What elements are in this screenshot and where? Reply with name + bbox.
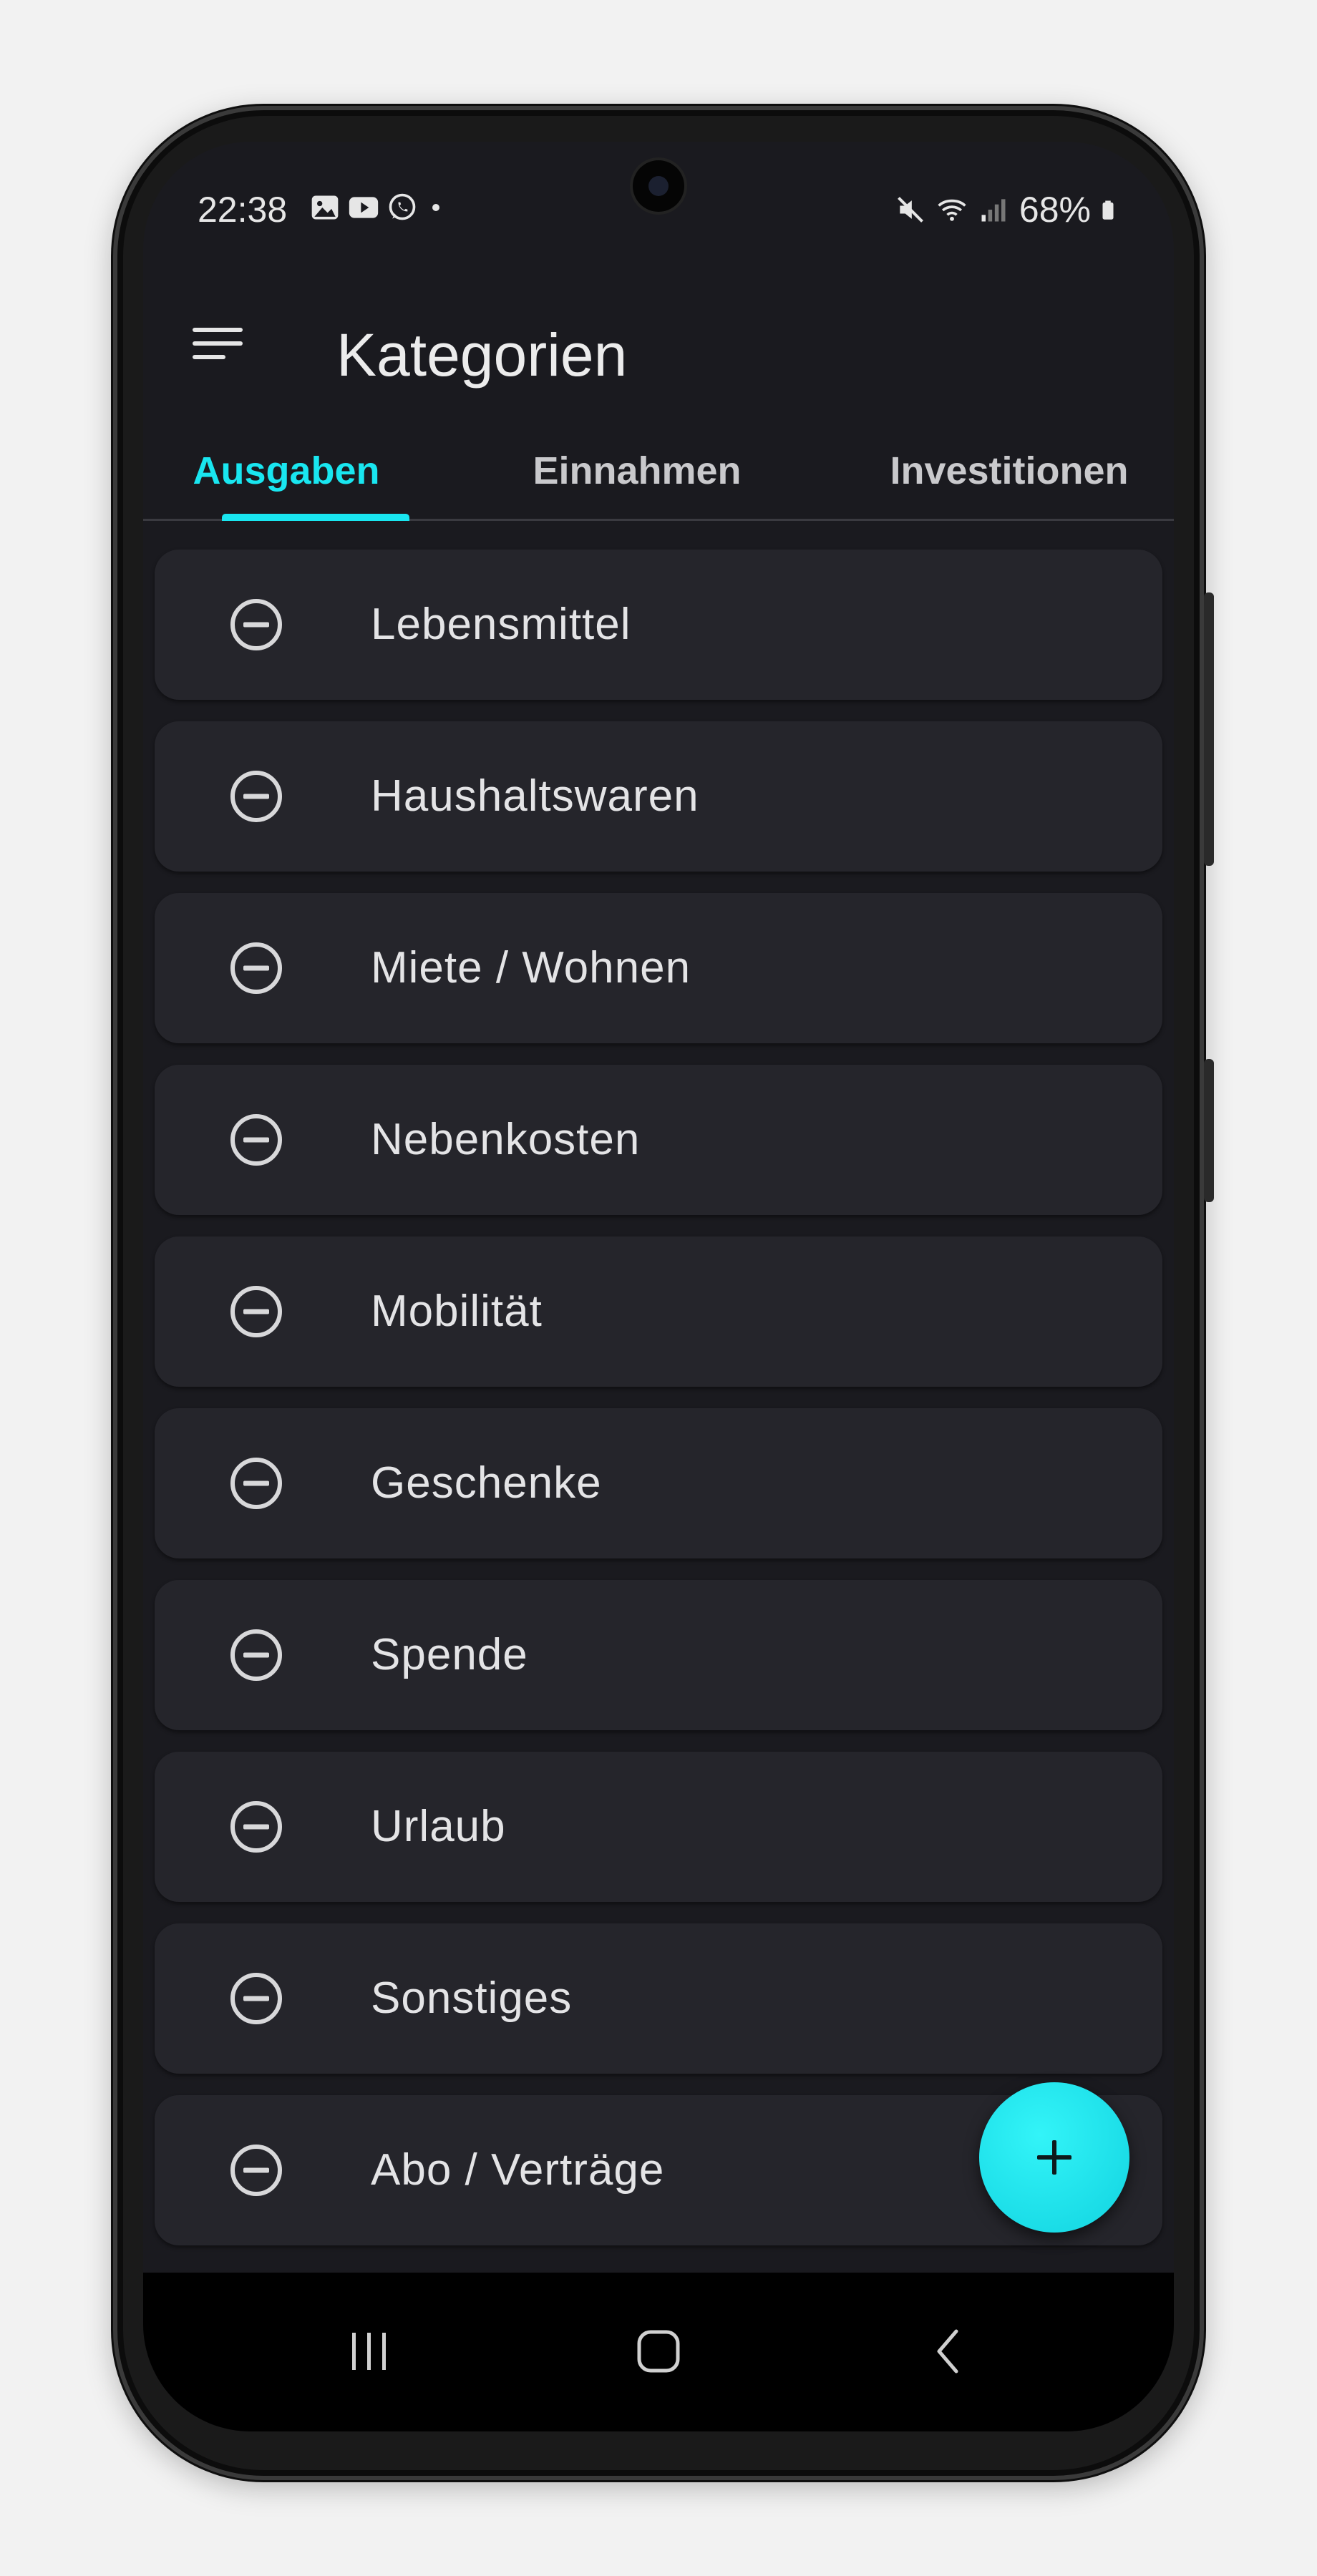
remove-circle-icon[interactable]: [229, 1971, 283, 2026]
item-label: Haushaltswaren: [371, 771, 699, 821]
item-label: Lebensmittel: [371, 600, 631, 649]
list-item[interactable]: Geschenke: [155, 1408, 1162, 1558]
tab-indicator: [222, 514, 409, 521]
wifi-icon: [938, 199, 966, 221]
mute-icon: [897, 197, 923, 223]
dot-icon: [432, 204, 439, 211]
remove-circle-icon[interactable]: [229, 1800, 283, 1854]
list-item[interactable]: Urlaub: [155, 1752, 1162, 1902]
app-bar: Kategorien: [143, 278, 1174, 421]
home-button[interactable]: [623, 2316, 694, 2387]
remove-circle-icon[interactable]: [229, 1456, 283, 1511]
remove-circle-icon[interactable]: [229, 1628, 283, 1682]
list-item[interactable]: Mobilität: [155, 1236, 1162, 1387]
volume-button: [1204, 592, 1214, 866]
list-item[interactable]: Haushaltswaren: [155, 721, 1162, 872]
front-camera: [633, 160, 684, 212]
screen: 22:38 68% Kategorien Ausgaben Einnahmen …: [143, 142, 1174, 2431]
plus-icon: [1037, 2140, 1071, 2175]
item-label: Mobilität: [371, 1287, 543, 1336]
item-label: Urlaub: [371, 1802, 506, 1851]
list-item[interactable]: Spende: [155, 1580, 1162, 1730]
item-label: Spende: [371, 1630, 528, 1679]
menu-button[interactable]: [189, 315, 246, 372]
gallery-icon: [311, 195, 339, 220]
recents-icon: [352, 2333, 386, 2370]
youtube-icon: [349, 197, 379, 218]
tab-ausgaben[interactable]: Ausgaben: [186, 421, 387, 521]
signal-icon: [981, 199, 1006, 222]
system-status-icons: 68%: [895, 189, 1122, 230]
battery-icon: [1102, 200, 1114, 220]
remove-circle-icon[interactable]: [229, 1284, 283, 1339]
list-item[interactable]: Lebensmittel: [155, 550, 1162, 700]
menu-icon: [193, 328, 243, 359]
add-category-button[interactable]: [979, 2082, 1129, 2233]
recents-button[interactable]: [334, 2316, 405, 2387]
power-button: [1204, 1059, 1214, 1202]
list-item[interactable]: Nebenkosten: [155, 1065, 1162, 1215]
item-label: Miete / Wohnen: [371, 943, 691, 992]
status-time: 22:38: [198, 190, 288, 230]
remove-circle-icon[interactable]: [229, 1113, 283, 1167]
whatsapp-icon: [389, 193, 416, 220]
item-label: Geschenke: [371, 1458, 602, 1508]
list-item[interactable]: Miete / Wohnen: [155, 893, 1162, 1043]
battery-percent: 68%: [1019, 190, 1091, 230]
system-nav-bar: [143, 2273, 1174, 2431]
list-item[interactable]: Sonstiges: [155, 1923, 1162, 2074]
back-icon: [937, 2329, 958, 2373]
remove-circle-icon[interactable]: [229, 597, 283, 652]
remove-circle-icon[interactable]: [229, 941, 283, 995]
page-title: Kategorien: [336, 321, 628, 389]
remove-circle-icon[interactable]: [229, 2143, 283, 2197]
remove-circle-icon[interactable]: [229, 769, 283, 824]
back-button[interactable]: [912, 2316, 983, 2387]
notification-icons: [309, 192, 447, 223]
item-label: Nebenkosten: [371, 1115, 641, 1164]
home-icon: [637, 2330, 680, 2373]
tab-investitionen[interactable]: Investitionen: [866, 421, 1152, 521]
item-label: Sonstiges: [371, 1974, 573, 2023]
tab-bar: Ausgaben Einnahmen Investitionen: [143, 421, 1174, 521]
tab-einnahmen[interactable]: Einnahmen: [523, 421, 752, 521]
item-label: Abo / Verträge: [371, 2145, 665, 2195]
